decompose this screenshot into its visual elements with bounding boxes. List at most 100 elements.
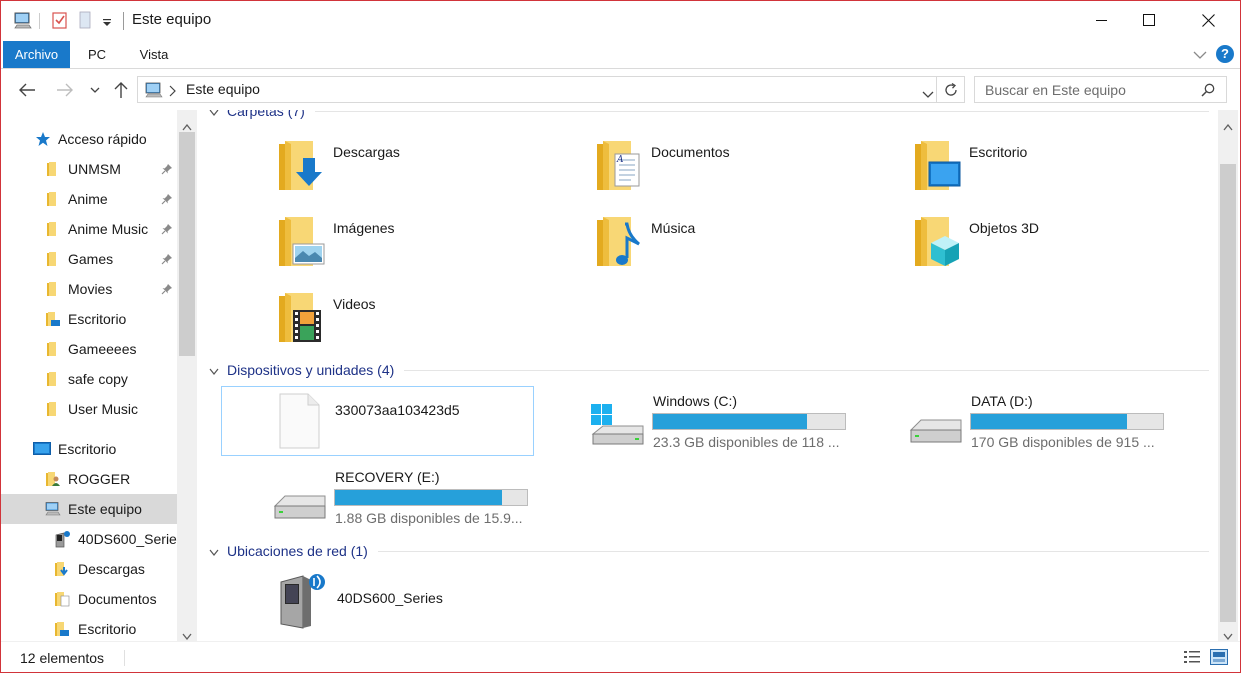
breadcrumb-current[interactable]: Este equipo [186, 81, 260, 97]
sidebar-item-40ds600[interactable]: 40DS600_Serie [1, 524, 177, 554]
sidebar-item-label: Escritorio [78, 621, 137, 637]
chevron-down-icon[interactable] [209, 362, 219, 378]
content-scroll-thumb[interactable] [1220, 164, 1236, 622]
group-header-devices[interactable]: Dispositivos y unidades (4) [209, 362, 1209, 378]
sidebar-item-descargas[interactable]: Descargas [1, 554, 177, 584]
customize-qat-icon[interactable] [102, 15, 112, 31]
media-server-icon [53, 531, 71, 548]
tab-pc[interactable]: PC [80, 41, 114, 68]
device-tile-330073aa103423d5[interactable]: 330073aa103423d5 [221, 386, 534, 456]
folder-icon [45, 341, 61, 357]
sidebar-item-label: User Music [68, 401, 139, 417]
user-folder-icon [45, 471, 61, 487]
sidebar-item-anime[interactable]: Anime [1, 184, 177, 214]
tab-archivo[interactable]: Archivo [3, 41, 70, 68]
properties-icon[interactable] [51, 11, 69, 32]
drive-usage-fill [335, 490, 503, 505]
group-divider [314, 110, 1209, 112]
search-box[interactable]: Buscar en Este equipo [974, 76, 1227, 103]
chevron-down-icon[interactable] [209, 110, 219, 119]
documents-folder-icon: A [595, 138, 643, 195]
folder-icon [45, 191, 61, 207]
sidebar-item-movies[interactable]: Movies [1, 274, 177, 304]
help-button[interactable]: ? [1216, 45, 1234, 63]
sidebar-scrollbar[interactable] [177, 110, 197, 641]
address-bar[interactable]: Este equipo [137, 76, 937, 103]
sidebar-item-escritorio-2[interactable]: Escritorio [1, 614, 177, 641]
refresh-button[interactable] [937, 76, 965, 103]
new-folder-icon[interactable] [77, 11, 95, 32]
group-header-network[interactable]: Ubicaciones de red (1) [209, 543, 1209, 559]
arrow-up-icon [114, 82, 128, 98]
tab-vista[interactable]: Vista [131, 41, 177, 68]
folder-tile-musica[interactable]: Música [595, 214, 695, 271]
scroll-up-icon[interactable] [1223, 118, 1233, 134]
search-placeholder[interactable]: Buscar en Este equipo [985, 82, 1126, 98]
item-count: 12 elementos [20, 650, 105, 666]
drive-usage-bar [334, 489, 528, 506]
content-pane[interactable]: Carpetas (7) Descargas A Documentos Escr… [199, 110, 1217, 641]
sidebar-scroll-thumb[interactable] [179, 132, 195, 356]
maximize-icon [1143, 14, 1155, 26]
folder-icon [45, 161, 61, 177]
star-icon [35, 131, 51, 147]
details-view-icon[interactable] [1183, 650, 1201, 667]
device-tile-recovery-e[interactable]: RECOVERY (E:) 1.88 GB disponibles de 15.… [269, 462, 549, 532]
minimize-button[interactable] [1079, 1, 1125, 39]
folder-tile-escritorio[interactable]: Escritorio [913, 138, 1027, 195]
sidebar-item-escritorio[interactable]: Escritorio [1, 304, 177, 334]
back-button[interactable] [15, 78, 39, 102]
folder-tile-imagenes[interactable]: Imágenes [277, 214, 394, 271]
pin-icon[interactable] [161, 222, 173, 238]
computer-icon [144, 82, 164, 101]
pin-icon[interactable] [161, 282, 173, 298]
sidebar-item-rogger[interactable]: ROGGER [1, 464, 177, 494]
sidebar-item-gameeees[interactable]: Gameeees [1, 334, 177, 364]
close-button[interactable] [1185, 1, 1231, 39]
sidebar-item-games[interactable]: Games [1, 244, 177, 274]
arrow-right-icon [57, 83, 73, 97]
breadcrumb-separator-icon[interactable] [168, 84, 176, 100]
folder-label: Escritorio [969, 144, 1028, 160]
sidebar-item-unmsm[interactable]: UNMSM [1, 154, 177, 184]
sidebar-item-label: Movies [68, 281, 113, 297]
address-dropdown-icon[interactable] [922, 86, 934, 102]
pin-icon[interactable] [161, 192, 173, 208]
ribbon: Archivo PC Vista ? [1, 39, 1240, 69]
sidebar-item-escritorio-root[interactable]: Escritorio [1, 434, 177, 464]
forward-button[interactable] [53, 78, 77, 102]
folder-tile-objetos-3d[interactable]: Objetos 3D [913, 214, 1039, 271]
up-button[interactable] [109, 78, 133, 102]
pin-icon[interactable] [161, 252, 173, 268]
sidebar-item-este-equipo[interactable]: Este equipo [1, 494, 177, 524]
computer-icon[interactable] [13, 11, 33, 32]
recent-locations-button[interactable] [87, 78, 103, 102]
sidebar-item-user-music[interactable]: User Music [1, 394, 177, 424]
folder-icon [45, 221, 61, 237]
chevron-down-icon[interactable] [209, 543, 219, 559]
folder-tile-descargas[interactable]: Descargas [277, 138, 400, 195]
sidebar-item-label: Anime [68, 191, 108, 207]
sidebar-item-documentos[interactable]: Documentos [1, 584, 177, 614]
3d-objects-folder-icon [913, 214, 961, 271]
device-tile-data-d[interactable]: DATA (D:) 170 GB disponibles de 915 ... [905, 386, 1185, 456]
sidebar-item-safe-copy[interactable]: safe copy [1, 364, 177, 394]
large-icons-view-icon[interactable] [1210, 649, 1228, 668]
sidebar-item-anime-music[interactable]: Anime Music [1, 214, 177, 244]
folder-icon [45, 251, 61, 267]
hard-drive-icon [907, 412, 963, 451]
expand-ribbon-icon[interactable] [1193, 47, 1207, 63]
pin-icon[interactable] [161, 162, 173, 178]
drive-label: Windows (C:) [653, 393, 738, 409]
folder-tile-documentos[interactable]: A Documentos [595, 138, 730, 195]
sidebar-item-label: Escritorio [58, 441, 117, 457]
folder-tile-videos[interactable]: Videos [277, 290, 376, 347]
navigation-pane[interactable]: Acceso rápido UNMSM Anime Anime Music Ga… [1, 110, 197, 641]
search-icon[interactable] [1201, 83, 1215, 100]
group-header-folders[interactable]: Carpetas (7) [209, 110, 1209, 119]
network-tile-40ds600-series[interactable]: 40DS600_Series [277, 570, 443, 633]
content-scrollbar[interactable] [1218, 110, 1238, 641]
device-tile-windows-c[interactable]: Windows (C:) 23.3 GB disponibles de 118 … [587, 386, 867, 456]
sidebar-item-acceso-rapido[interactable]: Acceso rápido [1, 124, 177, 154]
maximize-button[interactable] [1126, 1, 1172, 39]
